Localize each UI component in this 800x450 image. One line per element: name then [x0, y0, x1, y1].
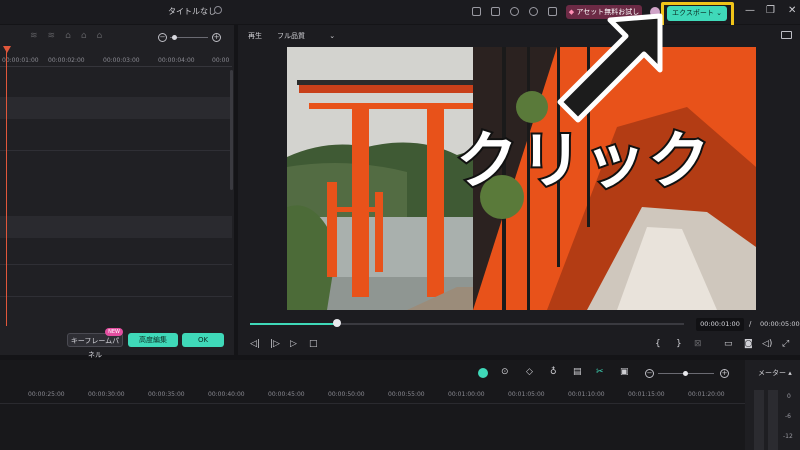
- playback-progress-fill: [250, 323, 337, 325]
- track-toggle-icon[interactable]: [478, 368, 488, 378]
- time-separator: /: [749, 320, 752, 328]
- playback-progress-knob[interactable]: [333, 319, 341, 327]
- minimize-button[interactable]: —: [745, 5, 755, 16]
- keyframe-track-row[interactable]: [0, 97, 232, 119]
- camera-icon[interactable]: ◙: [744, 339, 753, 349]
- zoom-in-icon[interactable]: +: [212, 33, 221, 42]
- crop-icon[interactable]: ⊠: [694, 339, 702, 349]
- replace-icon[interactable]: ▣: [620, 367, 629, 377]
- restore-button[interactable]: ❐: [766, 5, 775, 16]
- linear-icon[interactable]: ⌂: [81, 31, 87, 45]
- ruler-tick: 00:01:20:00: [688, 391, 725, 398]
- split-icon[interactable]: ✂: [596, 367, 604, 377]
- sync-icon[interactable]: ⊙: [501, 367, 509, 377]
- mark-out-icon[interactable]: }: [676, 339, 682, 349]
- layout-icon[interactable]: [472, 7, 481, 16]
- meter-label[interactable]: メーター ▴: [758, 368, 792, 378]
- quality-select[interactable]: フル品質 ⌄: [277, 31, 335, 41]
- scrollbar[interactable]: [230, 70, 233, 190]
- ease-icon[interactable]: ≋: [30, 31, 38, 45]
- volume-icon[interactable]: ◁): [762, 339, 772, 349]
- caret-up-icon: ▴: [788, 369, 792, 377]
- meter-label-text: メーター: [758, 369, 786, 377]
- info-icon[interactable]: [214, 6, 222, 14]
- new-badge: NEW: [105, 328, 123, 336]
- marker-icon[interactable]: ◇: [526, 367, 533, 377]
- window-title: タイトルなし: [168, 7, 216, 16]
- zoom-slider-knob[interactable]: [172, 35, 177, 40]
- close-button[interactable]: ✕: [788, 5, 796, 16]
- keyframe-panel: [0, 25, 234, 355]
- meter-bar-left: [754, 390, 764, 450]
- meter-bar-right: [768, 390, 778, 450]
- mark-in-icon[interactable]: {: [655, 339, 661, 349]
- play-label: 再生: [248, 32, 262, 40]
- keyframe-ruler[interactable]: 00:00:01:00 00:00:02:00 00:00:03:00 00:0…: [0, 52, 232, 67]
- timeline-zoom-knob[interactable]: [683, 371, 688, 376]
- save-icon[interactable]: [491, 7, 500, 16]
- subtitle-icon[interactable]: ▤: [573, 367, 582, 377]
- click-callout-text: クリック: [454, 122, 713, 199]
- timeline-zoom-in-icon[interactable]: +: [720, 369, 729, 378]
- ruler-tick: 00:01:15:00: [628, 391, 665, 398]
- ease-in-icon[interactable]: ≋: [48, 31, 56, 45]
- cloud-icon[interactable]: [510, 7, 519, 16]
- advanced-edit-button[interactable]: 高度編集: [128, 333, 178, 347]
- ruler-tick: 00:00: [212, 57, 230, 64]
- display-icon[interactable]: ▭: [724, 339, 733, 349]
- ruler-tick: 00:00:03:00: [103, 57, 140, 64]
- meter-level: -6: [785, 413, 791, 420]
- keyframe-toolbar: ≋ ≋ ⌂ ⌂ ⌂: [30, 31, 150, 45]
- ruler-tick: 00:00:55:00: [388, 391, 425, 398]
- step-back-icon[interactable]: ◁|: [250, 339, 260, 349]
- quality-select-label: フル品質: [277, 32, 305, 40]
- ruler-tick: 00:00:02:00: [48, 57, 85, 64]
- export-label: エクスポート: [672, 9, 714, 17]
- step-forward-icon[interactable]: |▷: [270, 339, 280, 349]
- ruler-tick: 00:00:40:00: [208, 391, 245, 398]
- ruler-tick: 00:00:25:00: [28, 391, 65, 398]
- microphone-icon[interactable]: ♁: [550, 367, 557, 377]
- ruler-tick: 00:00:35:00: [148, 391, 185, 398]
- playhead-handle[interactable]: [3, 46, 11, 53]
- meter-level: 0: [787, 393, 791, 400]
- stop-icon[interactable]: □: [309, 339, 318, 349]
- snapshot-icon[interactable]: [781, 31, 792, 39]
- total-time: 00:00:05:00: [760, 320, 800, 328]
- ok-button[interactable]: OK: [182, 333, 224, 347]
- playhead-line[interactable]: [6, 48, 7, 326]
- zoom-out-icon[interactable]: −: [158, 33, 167, 42]
- timeline-zoom-out-icon[interactable]: −: [645, 369, 654, 378]
- chevron-down-icon: ⌄: [329, 32, 336, 40]
- keyframe-track-row[interactable]: [0, 216, 232, 238]
- current-time[interactable]: 00:00:01:00: [696, 318, 744, 331]
- ease-out-icon[interactable]: ⌂: [65, 31, 71, 45]
- fullscreen-icon[interactable]: ⤢: [782, 339, 789, 349]
- track-divider: [0, 264, 232, 265]
- ruler-tick: 00:01:05:00: [508, 391, 545, 398]
- meter-level: -12: [783, 433, 793, 440]
- export-button[interactable]: エクスポート ⌄: [667, 6, 727, 21]
- chevron-down-icon: ⌄: [716, 9, 722, 17]
- hold-icon[interactable]: ⌂: [97, 31, 103, 45]
- ruler-tick: 00:01:10:00: [568, 391, 605, 398]
- ruler-tick: 00:00:04:00: [158, 57, 195, 64]
- ruler-tick: 00:00:01:00: [2, 57, 39, 64]
- play-icon[interactable]: ▷: [290, 339, 297, 349]
- track-divider: [0, 150, 232, 151]
- timeline-panel: [0, 360, 745, 450]
- timeline-ruler[interactable]: 00:00:25:00 00:00:30:00 00:00:35:00 00:0…: [0, 387, 745, 404]
- headset-icon[interactable]: [529, 7, 538, 16]
- ruler-tick: 00:00:50:00: [328, 391, 365, 398]
- ruler-tick: 00:00:45:00: [268, 391, 305, 398]
- ruler-tick: 00:00:30:00: [88, 391, 125, 398]
- ruler-tick: 00:01:00:00: [448, 391, 485, 398]
- track-divider: [0, 296, 232, 297]
